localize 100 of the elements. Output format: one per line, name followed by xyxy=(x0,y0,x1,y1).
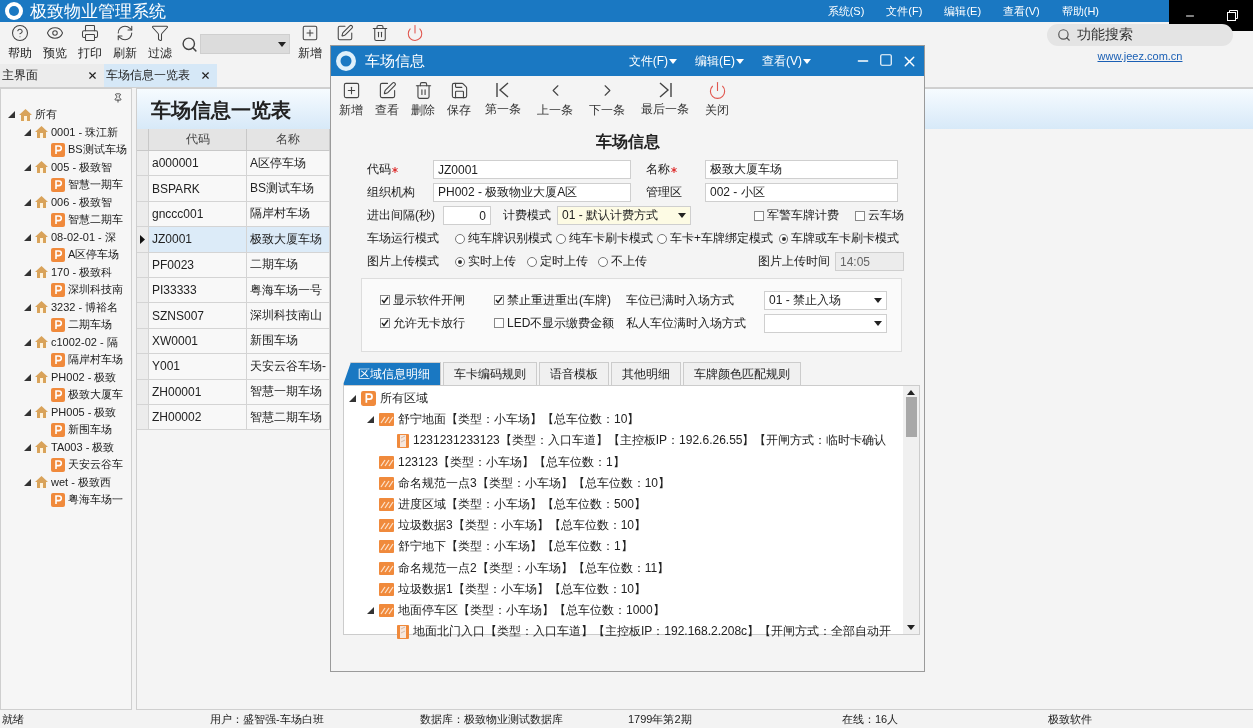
maximize-icon[interactable] xyxy=(879,52,893,67)
expanded-arrow-icon[interactable] xyxy=(24,268,31,276)
tree-item[interactable]: 天安云谷车 xyxy=(68,457,123,473)
tree-item[interactable]: A区停车场 xyxy=(68,247,120,263)
toolbar-button[interactable]: 新增 xyxy=(292,24,327,62)
website-link[interactable]: www.jeez.com.cn xyxy=(1097,50,1183,62)
menu-item[interactable]: 系统(S) xyxy=(827,3,865,19)
tree-item[interactable]: PH002 - 极致 xyxy=(51,369,117,385)
tree-item[interactable]: 所有区域 xyxy=(380,390,428,408)
tree-item[interactable]: 垃圾数据1【类型：小车场】【总车位数：10】 xyxy=(398,580,647,598)
menu-item[interactable]: 查看(V) xyxy=(762,52,811,70)
toolbar-button[interactable]: 过滤 xyxy=(142,24,177,62)
radio-button[interactable] xyxy=(598,256,608,267)
document-tab[interactable]: 车场信息一览表 xyxy=(104,64,217,87)
tree-item[interactable]: 08-02-01 - 深 xyxy=(51,229,116,245)
scrollbar[interactable] xyxy=(903,386,919,634)
tree-item[interactable]: 新围车场 xyxy=(68,422,112,438)
menu-item[interactable]: 文件(F) xyxy=(886,3,923,19)
text-field[interactable]: 极致大厦车场 xyxy=(705,160,898,179)
expanded-arrow-icon[interactable] xyxy=(24,338,31,346)
expanded-arrow-icon[interactable] xyxy=(24,478,31,486)
radio-button[interactable] xyxy=(556,233,566,244)
expanded-arrow-icon[interactable] xyxy=(24,443,31,451)
column-header[interactable]: 名称 xyxy=(247,129,330,151)
dropdown[interactable]: 01 - 默认计费方式 xyxy=(557,206,691,225)
tree-item[interactable]: 1231231233123【类型：入口车道】【主控板IP：192.6.26.55】【开闸方式：临时卡确认 xyxy=(413,432,887,450)
expanded-arrow-icon[interactable] xyxy=(24,233,31,241)
tab[interactable]: 语音模板 xyxy=(539,362,609,385)
expanded-arrow-icon[interactable] xyxy=(349,395,356,403)
tree-item[interactable]: 进度区域【类型：小车场】【总车位数：500】 xyxy=(398,496,647,514)
column-header[interactable]: 代码 xyxy=(149,129,247,151)
expanded-arrow-icon[interactable] xyxy=(367,606,374,614)
tree-item[interactable]: 0001 - 珠江新 xyxy=(51,124,119,140)
menu-item[interactable]: 文件(F) xyxy=(628,52,677,70)
tab[interactable]: 车卡编码规则 xyxy=(443,362,537,385)
tree-item[interactable]: 智慧一期车 xyxy=(68,177,123,193)
scrollbar-thumb[interactable] xyxy=(905,397,917,437)
tree-item[interactable]: 舒宁地面【类型：小车场】【总车位数：10】 xyxy=(398,411,640,429)
tree-item[interactable]: 粤海车场一 xyxy=(68,492,123,508)
radio-button[interactable] xyxy=(527,256,537,267)
tree-item[interactable]: 命名规范一点2【类型：小车场】【总车位数：11】 xyxy=(398,559,670,577)
tree-item[interactable]: 地面北门入口【类型：入口车道】【主控板IP：192.168.2.208c】【开闸方式：全部自动开 xyxy=(413,623,892,641)
tree-item[interactable]: 170 - 极致科 xyxy=(51,264,113,280)
tree-item[interactable]: 隔岸村车场 xyxy=(68,352,123,368)
checkbox[interactable] xyxy=(855,210,865,221)
text-field[interactable]: 002 - 小区 xyxy=(705,183,898,202)
tree-item[interactable]: 命名规范一点3【类型：小车场】【总车位数：10】 xyxy=(398,474,671,492)
tab[interactable]: 区域信息明细 xyxy=(343,362,441,385)
row-header[interactable] xyxy=(137,227,149,253)
checkbox[interactable] xyxy=(754,210,764,221)
tree-item[interactable]: 3232 - 博裕名 xyxy=(51,299,119,315)
scroll-down-icon[interactable] xyxy=(907,625,915,630)
tree-item[interactable]: 深圳科技南 xyxy=(68,282,123,298)
tree-item[interactable]: 二期车场 xyxy=(68,317,112,333)
expanded-arrow-icon[interactable] xyxy=(24,198,31,206)
tree-item[interactable]: 智慧二期车 xyxy=(68,212,123,228)
tree-item[interactable]: 舒宁地下【类型：小车场】【总车位数：1】 xyxy=(398,538,633,556)
checkbox[interactable] xyxy=(494,318,504,328)
feature-search-field[interactable]: 功能搜索 xyxy=(1047,24,1233,46)
checkbox[interactable] xyxy=(380,295,390,305)
menu-item[interactable]: 帮助(H) xyxy=(1061,3,1099,19)
close-icon[interactable] xyxy=(200,70,211,81)
tree-item[interactable]: 123123【类型：小车场】【总车位数：1】 xyxy=(398,453,625,471)
menu-item[interactable]: 编辑(E) xyxy=(944,3,982,19)
pin-icon[interactable] xyxy=(113,92,123,103)
toolbar-button[interactable]: 帮助 xyxy=(2,24,37,62)
tree-item[interactable]: 006 - 极致智 xyxy=(51,194,113,210)
tab[interactable]: 其他明细 xyxy=(611,362,681,385)
dropdown[interactable]: 01 - 禁止入场 xyxy=(764,290,887,310)
tree-item[interactable]: TA003 - 极致 xyxy=(51,439,115,455)
tree-item[interactable]: 005 - 极致智 xyxy=(51,159,113,175)
tree-item[interactable]: 极致大厦车 xyxy=(68,387,123,403)
radio-button[interactable] xyxy=(657,233,667,244)
expanded-arrow-icon[interactable] xyxy=(367,416,374,424)
menu-item[interactable]: 编辑(E) xyxy=(695,52,744,70)
expanded-arrow-icon[interactable] xyxy=(24,163,31,171)
radio-button[interactable] xyxy=(455,233,465,244)
tree-item[interactable]: wet - 极致西 xyxy=(51,474,111,490)
text-field[interactable]: JZ0001 xyxy=(433,160,631,179)
toolbar-button[interactable]: 刷新 xyxy=(107,24,142,62)
expanded-arrow-icon[interactable] xyxy=(24,408,31,416)
expanded-arrow-icon[interactable] xyxy=(24,128,31,136)
restore-icon[interactable] xyxy=(1226,10,1238,21)
radio-button[interactable] xyxy=(455,256,465,267)
tree-item[interactable]: 地面停车区【类型：小车场】【总车位数：1000】 xyxy=(398,601,665,619)
scroll-up-icon[interactable] xyxy=(907,390,915,395)
tab[interactable]: 车牌颜色匹配规则 xyxy=(683,362,801,385)
tree-item[interactable]: PH005 - 极致 xyxy=(51,404,117,420)
toolbar-button[interactable]: 预览 xyxy=(37,24,72,62)
close-icon[interactable] xyxy=(87,70,98,81)
tree-item[interactable]: 垃圾数据3【类型：小车场】【总车位数：10】 xyxy=(398,517,647,535)
tree-item[interactable]: 所有 xyxy=(35,107,57,123)
expanded-arrow-icon[interactable] xyxy=(24,373,31,381)
text-field[interactable]: PH002 - 极致物业大厦A区 xyxy=(433,183,631,202)
search-field[interactable] xyxy=(200,34,290,54)
document-tab[interactable]: 主界面 xyxy=(0,64,104,87)
tree-item[interactable]: c1002-02 - 隔 xyxy=(51,334,118,350)
radio-button[interactable] xyxy=(779,233,788,244)
tree-item[interactable]: BS测试车场 xyxy=(68,142,127,158)
checkbox[interactable] xyxy=(494,295,504,305)
